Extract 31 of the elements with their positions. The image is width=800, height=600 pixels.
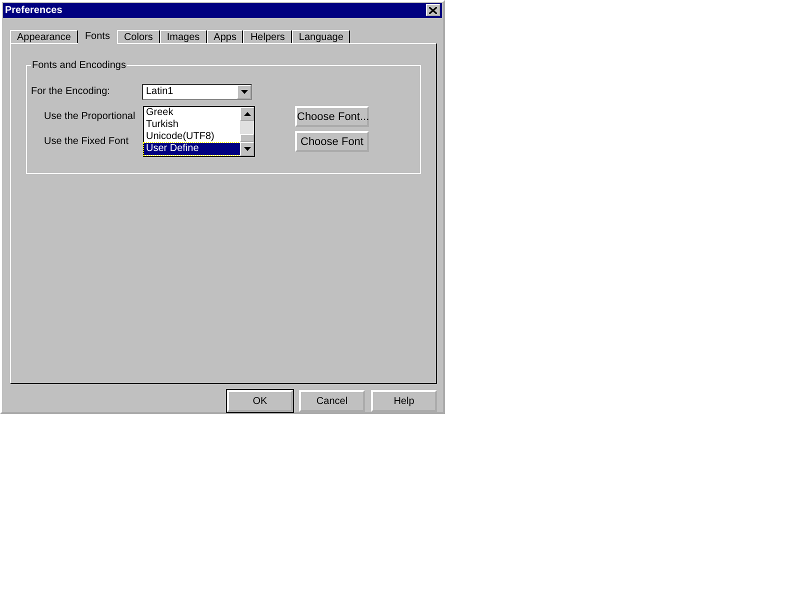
tab[interactable]: Helpers	[243, 30, 292, 44]
scroll-track[interactable]	[240, 121, 254, 134]
tab[interactable]: Colors	[116, 30, 160, 44]
choose-font-button[interactable]: Choose Font	[295, 131, 369, 152]
tab[interactable]: Language	[292, 30, 350, 44]
dropdown-option[interactable]: Unicode(UTF8)	[144, 131, 240, 144]
dropdown-arrow-icon	[244, 147, 250, 152]
scroll-down-button[interactable]	[240, 142, 254, 156]
group-title: Fonts and Encodings	[31, 60, 127, 72]
tab[interactable]: Appearance	[10, 30, 78, 44]
tab[interactable]: Images	[160, 30, 207, 44]
scrollbar[interactable]	[240, 107, 254, 156]
dropdown-option[interactable]: User Define	[144, 143, 240, 156]
close-button[interactable]	[426, 4, 440, 16]
tab[interactable]: Apps	[206, 30, 244, 44]
dialog-button[interactable]: Help	[371, 390, 437, 412]
field-label: Use the Fixed Font	[44, 136, 128, 148]
close-icon	[429, 6, 437, 14]
window-title: Preferences	[5, 4, 62, 16]
encoding-dropdown[interactable]: Latin1	[142, 84, 252, 100]
dropdown-option[interactable]: Greek	[144, 107, 240, 120]
scroll-thumb[interactable]	[240, 134, 254, 142]
field-label: For the Encoding:	[31, 86, 111, 98]
dropdown-arrow-icon	[240, 90, 248, 94]
field-label: Use the Proportional	[44, 111, 136, 122]
scroll-up-icon	[244, 112, 250, 116]
dropdown-option[interactable]: Turkish	[144, 119, 240, 132]
scroll-up-button[interactable]	[240, 107, 254, 122]
choose-font-button[interactable]: Choose Font...	[295, 106, 369, 128]
dialog-button[interactable]: Cancel	[299, 390, 365, 412]
dialog-button[interactable]: OK	[227, 390, 293, 412]
